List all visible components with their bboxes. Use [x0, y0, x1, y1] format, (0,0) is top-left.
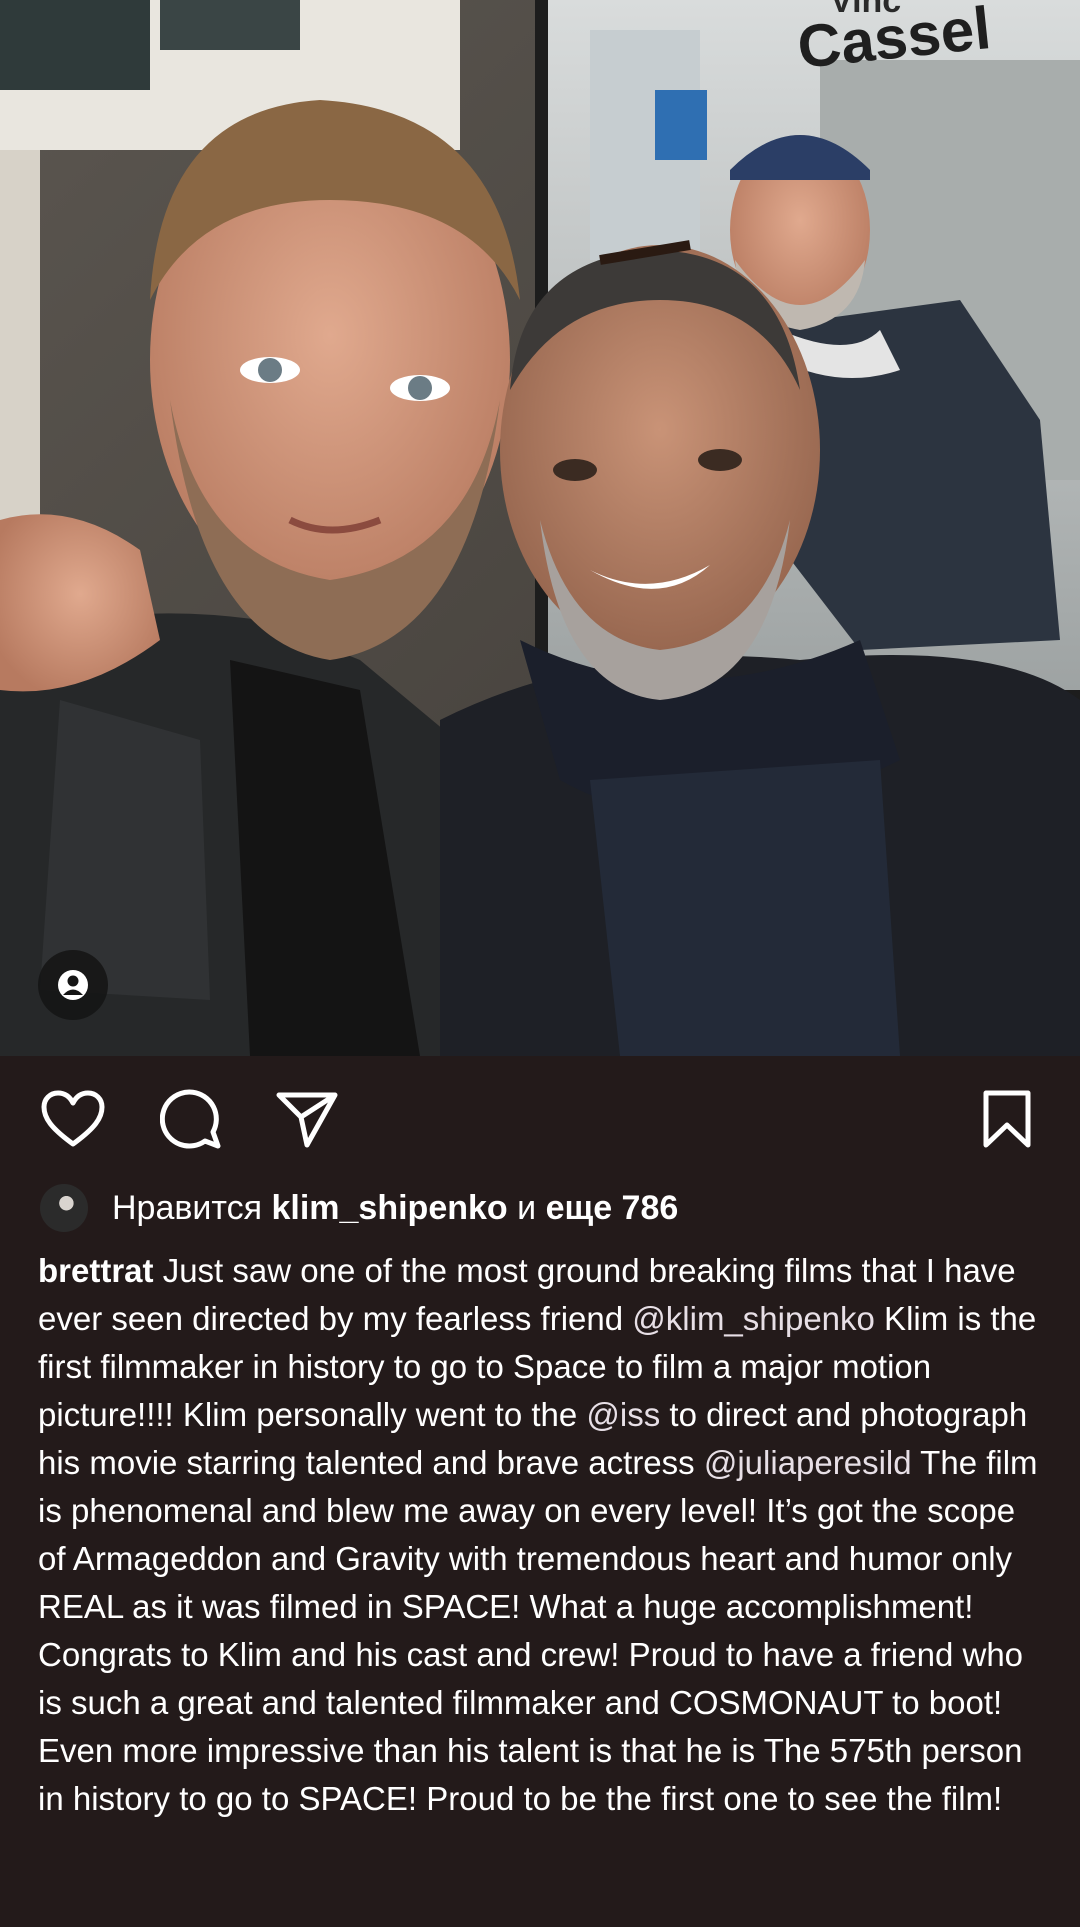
caption-mention-iss[interactable]: @iss — [586, 1396, 660, 1433]
heart-icon — [41, 1090, 105, 1147]
liker-avatar[interactable] — [40, 1184, 88, 1232]
liker-username[interactable]: klim_shipenko — [271, 1182, 507, 1234]
tagged-people-button[interactable] — [38, 950, 108, 1020]
save-button[interactable] — [974, 1086, 1040, 1152]
comment-button[interactable] — [158, 1086, 224, 1152]
person-tag-icon — [58, 970, 88, 1000]
likes-count[interactable]: еще 786 — [546, 1182, 679, 1234]
comment-icon — [160, 1089, 221, 1149]
like-button[interactable] — [40, 1086, 106, 1152]
likes-summary[interactable]: Нравится klim_shipenko и еще 786 — [40, 1182, 678, 1234]
likes-prefix: Нравится — [112, 1189, 263, 1227]
post-caption: brettrat Just saw one of the most ground… — [38, 1247, 1048, 1823]
post-photo[interactable]: Vinc Cassel — [0, 0, 1080, 1056]
post-action-bar — [0, 1056, 1080, 1176]
likes-joiner: и — [517, 1189, 537, 1227]
selfie-image: Vinc Cassel — [0, 0, 1080, 1056]
bookmark-icon — [983, 1090, 1031, 1148]
caption-text-4: The film is phenomenal and blew me away … — [38, 1444, 1038, 1817]
paper-plane-icon — [276, 1092, 338, 1148]
share-button[interactable] — [274, 1086, 340, 1152]
caption-mention-klim[interactable]: @klim_shipenko — [632, 1300, 875, 1337]
instagram-post: Vinc Cassel Нравится klim_shipenko и еще… — [0, 0, 1080, 1927]
caption-username[interactable]: brettrat — [38, 1252, 154, 1289]
caption-mention-julia[interactable]: @juliaperesild — [704, 1444, 912, 1481]
